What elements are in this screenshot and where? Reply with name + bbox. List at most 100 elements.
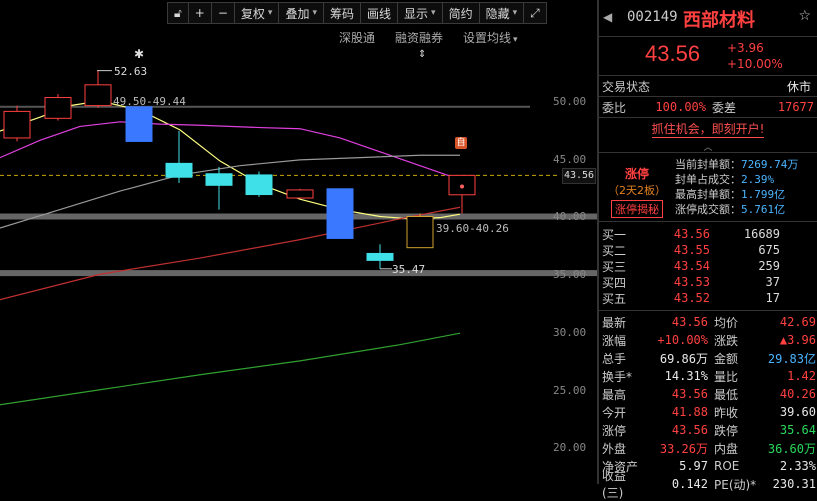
stat-label: 涨跌 [714,333,739,348]
chevron-down-icon: ▾ [267,8,273,18]
stat-value: 0.142 [671,477,708,491]
chips-button[interactable]: 筹码 [324,3,362,23]
order-row[interactable]: 买五 43.52 17 [599,290,817,306]
promo-link[interactable]: 抓住机会，即刻开户! [651,120,765,138]
order-row[interactable]: 买一 43.56 16689 [599,226,817,242]
stat-value: 29.83亿 [767,351,816,366]
candle-body [366,252,394,261]
stat-value: 43.56 [671,423,708,437]
stat-value: 5.97 [679,459,708,473]
y-tick: 45.00 [553,153,587,166]
overlay-button[interactable]: 叠加 ▾ [279,3,324,23]
margin-link[interactable]: 融资融券 [395,29,443,46]
current-price-label: 43.56 [562,168,596,184]
chevron-down-icon: ▾ [513,35,518,45]
stat-value: 40.26 [779,387,816,401]
stat-label: 换手* [602,369,633,384]
kline-chart-area[interactable]: 🔓︎ + − 复权 ▾ 叠加 ▾ 筹码 画线 显示 ▾ 简约 隐藏 ▾ ⤢ 深股通 融资… [0,0,597,484]
stat-value: +10.00% [657,333,708,347]
y-tick: 50.00 [553,95,587,108]
trade-status-row: 交易状态 休市 [599,76,817,97]
stat-label: 最低 [714,387,739,402]
candle-body [44,97,72,119]
stat-value: 14.31% [664,369,708,383]
y-tick: 30.00 [553,326,587,339]
candle-body [406,216,434,249]
self-select-badge[interactable]: 自 [455,137,467,149]
stat-row: 今开 41.88 昨收 39.60 [599,403,817,421]
stat-row: 最高 43.56 最低 40.26 [599,385,817,403]
change-percent: +10.00% [727,57,783,71]
change-value: +3.96 [727,41,764,55]
y-tick: 20.00 [553,441,587,454]
y-tick: 35.00 [553,268,587,281]
promo-row: 抓住机会，即刻开户! [599,118,817,140]
chevron-down-icon: ▾ [512,8,518,18]
candle-body [205,173,233,186]
support-band [0,213,597,220]
zoom-in-button[interactable]: + [189,3,212,23]
stat-value: 69.86万 [659,351,708,366]
y-tick: 40.00 [553,210,587,223]
order-book: 买一 43.56 16689 买二 43.55 675 买三 43.54 259 买四 43.… [599,222,817,311]
stats-table: 最新 43.56 均价 42.69 涨幅 +10.00% 涨跌 ▲3.96 总手 69.86万 金额… [599,311,817,500]
limit-stats: 当前封单额：7269.74万 封单占成交：2.39% 最高封单额：1.799亿 … [675,158,799,216]
quote-panel: ◀ 002149 西部材料 ☆ 43.56 +3.96 +10.00% 交易状态… [599,0,817,500]
limit-up-reveal-button[interactable]: 涨停揭秘 [611,200,663,218]
limit-up-block: 涨停 （2天2板） 涨停揭秘 当前封单额：7269.74万 封单占成交：2.39… [599,153,817,222]
lock-icon[interactable]: 🔓︎ [168,3,189,23]
limit-up-label: 涨停 [624,167,649,181]
trade-status-label: 交易状态 [602,79,651,94]
weicha-label: 委差 [712,100,737,115]
zoom-out-button[interactable]: − [212,3,235,23]
stat-label: 今开 [602,405,627,420]
simple-button[interactable]: 简约 [443,3,480,23]
favorite-star-icon[interactable]: ☆ [798,8,811,24]
range-annotation: 39.60-40.26 [436,222,509,235]
stat-label: 跌停 [714,423,739,438]
drag-handle-icon[interactable]: ⇕ [418,49,426,60]
weibi-row: 委比 100.00% 委差 17677 [599,97,817,118]
collapse-icon[interactable]: ︿ [599,140,817,153]
stat-value: 43.56 [671,315,708,329]
order-row[interactable]: 买三 43.54 259 [599,258,817,274]
stat-label: 最高 [602,387,627,402]
stat-row: 最新 43.56 均价 42.69 [599,313,817,331]
limit-up-info: 涨停 （2天2板） 涨停揭秘 [599,165,675,218]
display-button[interactable]: 显示 ▾ [398,3,443,23]
stat-label: 昨收 [714,405,739,420]
order-row[interactable]: 买四 43.53 37 [599,274,817,290]
stat-value: 39.60 [779,405,816,419]
stat-label: 涨停 [602,423,627,438]
stat-label: 均价 [714,315,739,330]
sgt-link[interactable]: 深股通 [339,29,375,46]
order-row[interactable]: 买二 43.55 675 [599,242,817,258]
marker-dot [460,184,464,189]
stat-label: 最新 [602,315,627,330]
fullscreen-icon[interactable]: ⤢ [524,3,546,23]
fuquan-button[interactable]: 复权 ▾ [235,3,280,23]
candle-body [84,84,112,107]
candle-body [3,110,31,139]
draw-line-button[interactable]: 画线 [361,3,399,23]
range-annotation: 49.50-49.44 [113,95,186,108]
stock-header: ◀ 002149 西部材料 ☆ [599,0,817,37]
arrow-left-icon[interactable]: ◀ [603,10,612,24]
stock-name: 西部材料 [683,10,755,31]
support-band [0,270,597,277]
stat-value: 230.31 [772,477,816,491]
kline-chart[interactable] [0,0,597,484]
stat-label: ROE [714,459,740,473]
stat-value: 36.60万 [767,441,816,456]
hide-button[interactable]: 隐藏 ▾ [480,3,525,23]
stat-row: 总手 69.86万 金额 29.83亿 [599,349,817,367]
ma-settings-link[interactable]: 设置均线 ▾ [463,29,518,46]
star-icon: ✱ [134,47,145,61]
stat-row: 涨停 43.56 跌停 35.64 [599,421,817,439]
price-row: 43.56 +3.96 +10.00% [599,37,817,76]
stat-label: 内盘 [714,441,739,456]
trade-status-value: 休市 [786,79,811,94]
low-annotation: 35.47 [392,263,426,276]
stat-label: 外盘 [602,441,627,456]
stat-label: 金额 [714,351,739,366]
